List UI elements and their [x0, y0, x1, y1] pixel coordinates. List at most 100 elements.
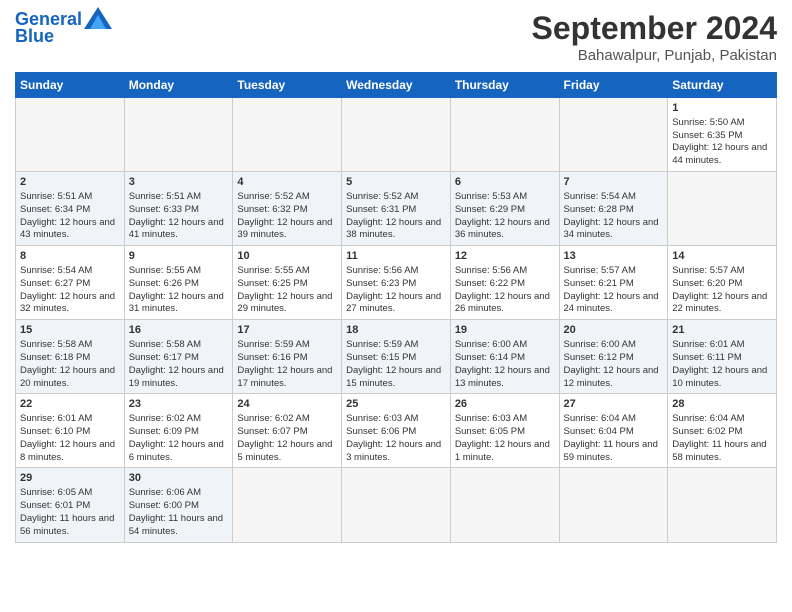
daylight-text: Daylight: 12 hours and 29 minutes. [237, 291, 332, 315]
calendar-cell: 16Sunrise: 5:58 AMSunset: 6:17 PMDayligh… [124, 320, 233, 394]
calendar-cell: 14Sunrise: 5:57 AMSunset: 6:20 PMDayligh… [668, 246, 777, 320]
calendar-cell: 4Sunrise: 5:52 AMSunset: 6:32 PMDaylight… [233, 172, 342, 246]
logo: General Blue [15, 10, 112, 47]
daylight-text: Daylight: 12 hours and 38 minutes. [346, 217, 441, 241]
day-number: 21 [672, 323, 772, 338]
sunrise-text: Sunrise: 6:02 AM [237, 413, 309, 424]
daylight-text: Daylight: 12 hours and 3 minutes. [346, 439, 441, 463]
sunrise-text: Sunrise: 6:00 AM [455, 339, 527, 350]
sunrise-text: Sunrise: 6:05 AM [20, 487, 92, 498]
sunset-text: Sunset: 6:15 PM [346, 352, 416, 363]
sunset-text: Sunset: 6:10 PM [20, 426, 90, 437]
calendar-cell: 7Sunrise: 5:54 AMSunset: 6:28 PMDaylight… [559, 172, 668, 246]
day-number: 2 [20, 175, 120, 190]
sunrise-text: Sunrise: 5:58 AM [129, 339, 201, 350]
sunrise-text: Sunrise: 5:52 AM [237, 191, 309, 202]
sunset-text: Sunset: 6:22 PM [455, 278, 525, 289]
calendar-cell: 20Sunrise: 6:00 AMSunset: 6:12 PMDayligh… [559, 320, 668, 394]
day-number: 27 [564, 397, 664, 412]
daylight-text: Daylight: 12 hours and 17 minutes. [237, 365, 332, 389]
calendar-cell [233, 98, 342, 172]
daylight-text: Daylight: 11 hours and 54 minutes. [129, 513, 223, 537]
daylight-text: Daylight: 12 hours and 12 minutes. [564, 365, 659, 389]
sunset-text: Sunset: 6:17 PM [129, 352, 199, 363]
day-number: 1 [672, 101, 772, 116]
sunrise-text: Sunrise: 5:51 AM [20, 191, 92, 202]
daylight-text: Daylight: 12 hours and 36 minutes. [455, 217, 550, 241]
calendar-cell: 13Sunrise: 5:57 AMSunset: 6:21 PMDayligh… [559, 246, 668, 320]
sunrise-text: Sunrise: 6:04 AM [564, 413, 636, 424]
sunrise-text: Sunrise: 5:59 AM [346, 339, 418, 350]
calendar-week-5: 22Sunrise: 6:01 AMSunset: 6:10 PMDayligh… [16, 394, 777, 468]
month-title: September 2024 [532, 10, 777, 47]
sunrise-text: Sunrise: 5:59 AM [237, 339, 309, 350]
sunset-text: Sunset: 6:05 PM [455, 426, 525, 437]
calendar-cell: 24Sunrise: 6:02 AMSunset: 6:07 PMDayligh… [233, 394, 342, 468]
day-number: 28 [672, 397, 772, 412]
calendar-cell [342, 468, 451, 542]
col-monday: Monday [124, 73, 233, 98]
sunrise-text: Sunrise: 5:57 AM [564, 265, 636, 276]
calendar-cell: 21Sunrise: 6:01 AMSunset: 6:11 PMDayligh… [668, 320, 777, 394]
day-number: 15 [20, 323, 120, 338]
day-number: 17 [237, 323, 337, 338]
sunrise-text: Sunrise: 5:57 AM [672, 265, 744, 276]
sunset-text: Sunset: 6:07 PM [237, 426, 307, 437]
daylight-text: Daylight: 12 hours and 43 minutes. [20, 217, 115, 241]
logo-icon [84, 7, 112, 29]
sunset-text: Sunset: 6:34 PM [20, 204, 90, 215]
day-number: 12 [455, 249, 555, 264]
daylight-text: Daylight: 12 hours and 1 minute. [455, 439, 550, 463]
day-number: 25 [346, 397, 446, 412]
calendar-cell [668, 172, 777, 246]
sunrise-text: Sunrise: 5:55 AM [129, 265, 201, 276]
sunset-text: Sunset: 6:32 PM [237, 204, 307, 215]
day-number: 3 [129, 175, 229, 190]
sunrise-text: Sunrise: 5:56 AM [455, 265, 527, 276]
calendar-cell: 23Sunrise: 6:02 AMSunset: 6:09 PMDayligh… [124, 394, 233, 468]
day-number: 19 [455, 323, 555, 338]
col-saturday: Saturday [668, 73, 777, 98]
col-thursday: Thursday [450, 73, 559, 98]
sunrise-text: Sunrise: 6:00 AM [564, 339, 636, 350]
sunset-text: Sunset: 6:09 PM [129, 426, 199, 437]
sunset-text: Sunset: 6:01 PM [20, 500, 90, 511]
calendar-cell: 3Sunrise: 5:51 AMSunset: 6:33 PMDaylight… [124, 172, 233, 246]
daylight-text: Daylight: 12 hours and 22 minutes. [672, 291, 767, 315]
sunset-text: Sunset: 6:18 PM [20, 352, 90, 363]
day-number: 11 [346, 249, 446, 264]
calendar-cell: 27Sunrise: 6:04 AMSunset: 6:04 PMDayligh… [559, 394, 668, 468]
day-number: 30 [129, 471, 229, 486]
calendar-cell: 9Sunrise: 5:55 AMSunset: 6:26 PMDaylight… [124, 246, 233, 320]
sunset-text: Sunset: 6:11 PM [672, 352, 742, 363]
sunrise-text: Sunrise: 6:04 AM [672, 413, 744, 424]
col-wednesday: Wednesday [342, 73, 451, 98]
col-friday: Friday [559, 73, 668, 98]
calendar-week-1: 1Sunrise: 5:50 AMSunset: 6:35 PMDaylight… [16, 98, 777, 172]
daylight-text: Daylight: 12 hours and 10 minutes. [672, 365, 767, 389]
daylight-text: Daylight: 12 hours and 26 minutes. [455, 291, 550, 315]
day-number: 4 [237, 175, 337, 190]
calendar-cell [16, 98, 125, 172]
sunset-text: Sunset: 6:31 PM [346, 204, 416, 215]
calendar-cell: 10Sunrise: 5:55 AMSunset: 6:25 PMDayligh… [233, 246, 342, 320]
calendar-container: General Blue September 2024 Bahawalpur, … [0, 0, 792, 553]
daylight-text: Daylight: 12 hours and 19 minutes. [129, 365, 224, 389]
calendar-cell: 30Sunrise: 6:06 AMSunset: 6:00 PMDayligh… [124, 468, 233, 542]
calendar-cell [559, 468, 668, 542]
daylight-text: Daylight: 12 hours and 5 minutes. [237, 439, 332, 463]
daylight-text: Daylight: 12 hours and 41 minutes. [129, 217, 224, 241]
day-number: 13 [564, 249, 664, 264]
sunset-text: Sunset: 6:02 PM [672, 426, 742, 437]
daylight-text: Daylight: 12 hours and 44 minutes. [672, 142, 767, 166]
calendar-cell [450, 468, 559, 542]
sunset-text: Sunset: 6:29 PM [455, 204, 525, 215]
header-row: General Blue September 2024 Bahawalpur, … [15, 10, 777, 64]
header-row-days: Sunday Monday Tuesday Wednesday Thursday… [16, 73, 777, 98]
day-number: 22 [20, 397, 120, 412]
day-number: 18 [346, 323, 446, 338]
daylight-text: Daylight: 12 hours and 32 minutes. [20, 291, 115, 315]
day-number: 7 [564, 175, 664, 190]
daylight-text: Daylight: 11 hours and 58 minutes. [672, 439, 766, 463]
calendar-cell: 11Sunrise: 5:56 AMSunset: 6:23 PMDayligh… [342, 246, 451, 320]
